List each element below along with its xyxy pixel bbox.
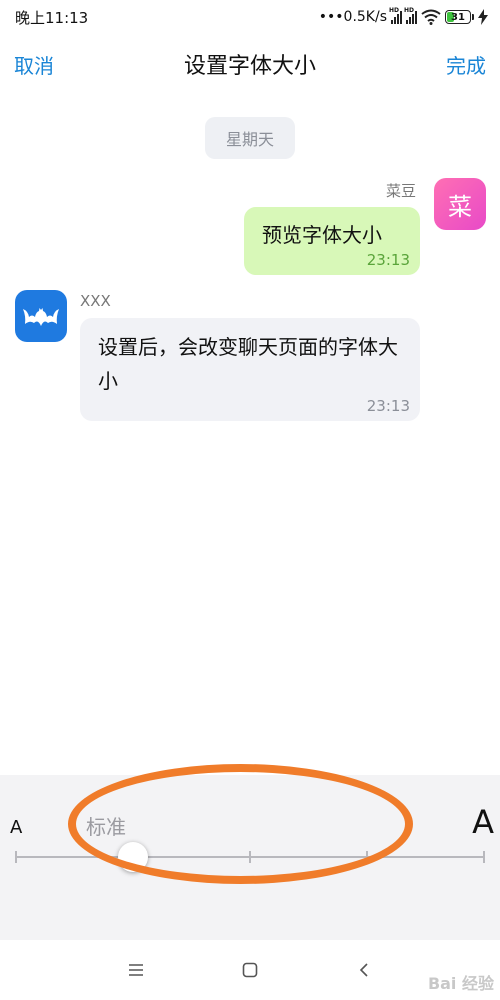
menu-icon[interactable] — [124, 958, 148, 982]
outgoing-message-time: 23:13 — [366, 251, 410, 269]
status-bar: 晚上11:13 •••0.5K/s HD HD 31 — [0, 0, 500, 34]
back-icon[interactable] — [352, 958, 376, 982]
signal-icon: HD — [404, 7, 417, 24]
bat-logo-icon — [23, 308, 59, 326]
battery-icon: 31 — [445, 10, 474, 24]
incoming-sender-name: XXX — [80, 292, 111, 310]
incoming-message-bubble: 设置后，会改变聊天页面的字体大小 23:13 — [80, 318, 420, 421]
wifi-icon — [421, 9, 441, 25]
slider-tick[interactable] — [366, 851, 368, 863]
system-nav-bar — [0, 940, 500, 1000]
date-separator: 星期天 — [205, 117, 295, 159]
page-title: 设置字体大小 — [183, 54, 317, 79]
home-icon[interactable] — [238, 958, 262, 982]
outgoing-message-bubble: 预览字体大小 23:13 — [244, 207, 420, 275]
slider-tick[interactable] — [249, 851, 251, 863]
cancel-button[interactable]: 取消 — [14, 50, 54, 79]
font-size-panel: A 标准 A — [0, 775, 500, 940]
slider-tick[interactable] — [483, 851, 485, 863]
contact-avatar — [15, 290, 67, 342]
slider-tick[interactable] — [15, 851, 17, 863]
battery-level: 31 — [451, 11, 465, 23]
font-level-label: 标准 — [86, 815, 126, 839]
status-time: 晚上11:13 — [15, 8, 89, 27]
font-size-slider[interactable] — [15, 842, 485, 872]
outgoing-message-text: 预览字体大小 — [262, 223, 382, 247]
status-icons: •••0.5K/s HD HD 31 — [318, 7, 488, 25]
done-button[interactable]: 完成 — [446, 50, 486, 79]
incoming-message-text: 设置后，会改变聊天页面的字体大小 — [98, 335, 398, 393]
charging-icon — [478, 9, 488, 25]
watermark: Bai 经验 — [427, 974, 494, 993]
slider-thumb[interactable] — [118, 842, 148, 872]
network-speed: •••0.5K/s — [318, 9, 387, 25]
small-font-label: A — [10, 817, 23, 838]
nav-bar: 取消 设置字体大小 完成 — [0, 34, 500, 94]
incoming-message-time: 23:13 — [366, 397, 410, 415]
signal-icon: HD — [389, 7, 402, 24]
large-font-label: A — [472, 803, 494, 841]
outgoing-sender-name: 菜豆 — [385, 182, 416, 200]
avatar-char: 菜 — [448, 192, 472, 221]
my-avatar: 菜 — [434, 178, 486, 230]
